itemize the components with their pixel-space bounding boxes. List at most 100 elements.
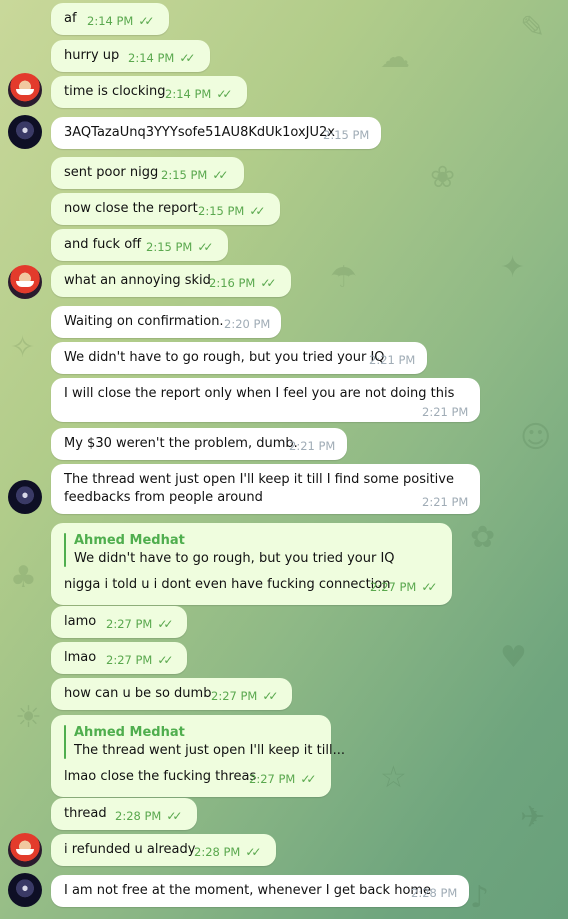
double-check-icon: ✓✓ <box>212 168 228 182</box>
message-time: 2:15 PM <box>198 204 245 218</box>
double-check-icon: ✓✓ <box>138 14 154 28</box>
message-bubble[interactable]: now close the report 2:15 PM ✓✓ <box>51 193 280 225</box>
message-meta: 2:21 PM <box>422 495 468 510</box>
message-time: 2:20 PM <box>224 317 271 331</box>
message-time: 2:15 PM <box>323 128 370 142</box>
message-bubble[interactable]: and fuck off 2:15 PM ✓✓ <box>51 229 228 261</box>
double-check-icon: ✓✓ <box>157 617 173 631</box>
message-bubble[interactable]: I will close the report only when I feel… <box>51 378 480 422</box>
message-text: 3AQTazaUnq3YYYsofe51AU8KdUk1oxJU2x <box>64 125 335 140</box>
message-meta: 2:15 PM ✓✓ <box>161 168 228 183</box>
message-time: 2:27 PM <box>106 617 153 631</box>
double-check-icon: ✓✓ <box>260 276 276 290</box>
message-bubble[interactable]: hurry up 2:14 PM ✓✓ <box>51 40 210 72</box>
avatar[interactable] <box>8 833 42 867</box>
message-bubble[interactable]: af 2:14 PM ✓✓ <box>51 3 169 35</box>
avatar[interactable] <box>8 265 42 299</box>
message-time: 2:14 PM <box>165 87 212 101</box>
message-time: 2:14 PM <box>87 14 134 28</box>
message-text: We didn't have to go rough, but you trie… <box>64 350 385 365</box>
message-text: nigga i told u i dont even have fucking … <box>64 577 391 592</box>
message-meta: 2:27 PM ✓✓ <box>211 689 278 704</box>
message-text: thread <box>64 806 107 821</box>
message-text: Waiting on confirmation. <box>64 314 224 329</box>
double-check-icon: ✓✓ <box>157 653 173 667</box>
message-meta: 2:28 PM <box>411 886 457 901</box>
message-bubble[interactable]: how can u be so dumb 2:27 PM ✓✓ <box>51 678 292 710</box>
message-text: My $30 weren't the problem, dumb. <box>64 436 298 451</box>
message-meta: 2:21 PM <box>289 439 335 454</box>
message-time: 2:15 PM <box>146 240 193 254</box>
message-text: how can u be so dumb <box>64 686 212 701</box>
message-text: time is clocking <box>64 84 166 99</box>
message-meta: 2:27 PM ✓✓ <box>370 580 437 595</box>
message-text: af <box>64 11 77 26</box>
message-bubble[interactable]: sent poor nigg 2:15 PM ✓✓ <box>51 157 244 189</box>
message-bubble[interactable]: thread 2:28 PM ✓✓ <box>51 798 197 830</box>
message-meta: 2:14 PM ✓✓ <box>165 87 232 102</box>
avatar[interactable] <box>8 115 42 149</box>
reply-quote[interactable]: We didn't have to go rough, but you trie… <box>74 551 395 566</box>
message-bubble[interactable]: i refunded u already 2:28 PM ✓✓ <box>51 834 276 866</box>
message-text: and fuck off <box>64 237 142 252</box>
message-meta: 2:15 PM ✓✓ <box>146 240 213 255</box>
message-bubble[interactable]: Ahmed Medhat The thread went just open I… <box>51 715 345 797</box>
message-meta: 2:14 PM ✓✓ <box>87 14 154 29</box>
message-text: I will close the report only when I feel… <box>64 386 455 401</box>
message-meta: 2:21 PM <box>422 405 468 420</box>
message-bubble[interactable]: lmao 2:27 PM ✓✓ <box>51 642 187 674</box>
message-meta: 2:28 PM ✓✓ <box>194 845 261 860</box>
reply-author[interactable]: Ahmed Medhat <box>74 725 185 740</box>
avatar[interactable] <box>8 480 42 514</box>
message-time: 2:28 PM <box>194 845 241 859</box>
avatar[interactable] <box>8 73 42 107</box>
message-meta: 2:27 PM ✓✓ <box>106 617 173 632</box>
double-check-icon: ✓✓ <box>216 87 232 101</box>
message-bubble[interactable]: what an annoying skid 2:16 PM ✓✓ <box>51 265 291 297</box>
message-time: 2:14 PM <box>128 51 175 65</box>
message-time: 2:28 PM <box>115 809 162 823</box>
message-bubble[interactable]: Ahmed Medhat We didn't have to go rough,… <box>51 523 452 605</box>
reply-author[interactable]: Ahmed Medhat <box>74 533 185 548</box>
message-bubble[interactable]: lamo 2:27 PM ✓✓ <box>51 606 187 638</box>
message-meta: 2:27 PM ✓✓ <box>106 653 173 668</box>
message-bubble[interactable]: I am not free at the moment, whenever I … <box>51 875 469 907</box>
message-time: 2:28 PM <box>411 886 458 900</box>
double-check-icon: ✓✓ <box>179 51 195 65</box>
message-time: 2:27 PM <box>106 653 153 667</box>
double-check-icon: ✓✓ <box>245 845 261 859</box>
reply-bar <box>64 533 66 567</box>
message-text: I am not free at the moment, whenever I … <box>64 883 432 898</box>
message-bubble[interactable]: The thread went just open I'll keep it t… <box>51 464 480 514</box>
double-check-icon: ✓✓ <box>249 204 265 218</box>
message-bubble[interactable]: 3AQTazaUnq3YYYsofe51AU8KdUk1oxJU2x 2:15 … <box>51 117 381 149</box>
message-text: i refunded u already <box>64 842 196 857</box>
message-text: now close the report <box>64 201 198 216</box>
message-time: 2:27 PM <box>211 689 258 703</box>
reply-quote[interactable]: The thread went just open I'll keep it t… <box>74 743 345 758</box>
message-bubble[interactable]: My $30 weren't the problem, dumb. 2:21 P… <box>51 428 347 460</box>
message-time: 2:27 PM <box>370 580 417 594</box>
double-check-icon: ✓✓ <box>166 809 182 823</box>
message-text-line1: The thread went just open I'll keep it t… <box>64 472 454 487</box>
message-text: lamo <box>64 614 97 629</box>
double-check-icon: ✓✓ <box>197 240 213 254</box>
message-text: lmao <box>64 650 97 665</box>
message-time: 2:15 PM <box>161 168 208 182</box>
message-meta: 2:14 PM ✓✓ <box>128 51 195 66</box>
message-text: what an annoying skid <box>64 273 211 288</box>
message-text: hurry up <box>64 48 120 63</box>
double-check-icon: ✓✓ <box>300 772 316 786</box>
double-check-icon: ✓✓ <box>262 689 278 703</box>
message-time: 2:21 PM <box>422 495 469 509</box>
message-bubble[interactable]: Waiting on confirmation. 2:20 PM <box>51 306 281 338</box>
message-bubble[interactable]: We didn't have to go rough, but you trie… <box>51 342 427 374</box>
double-check-icon: ✓✓ <box>421 580 437 594</box>
message-meta: 2:27 PM ✓✓ <box>249 772 316 787</box>
message-time: 2:27 PM <box>249 772 296 786</box>
message-meta: 2:15 PM <box>323 128 369 143</box>
message-bubble[interactable]: time is clocking 2:14 PM ✓✓ <box>51 76 247 108</box>
reply-bar <box>64 725 66 759</box>
message-time: 2:16 PM <box>209 276 256 290</box>
avatar[interactable] <box>8 873 42 907</box>
